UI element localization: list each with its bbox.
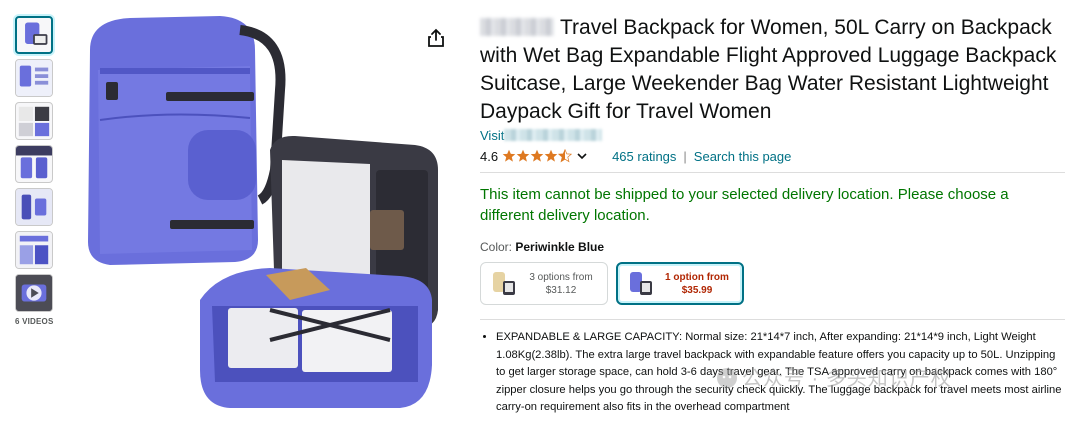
thumbnail-video[interactable] — [15, 274, 53, 312]
color-selector-label: Color: Periwinkle Blue — [480, 240, 1065, 254]
chevron-down-icon[interactable] — [576, 150, 588, 162]
star-icon — [530, 149, 544, 162]
color-label: Color: — [480, 240, 516, 254]
rating-value: 4.6 — [480, 148, 499, 164]
product-title: Travel Backpack for Women, 50L Carry on … — [480, 14, 1065, 126]
search-this-page-link[interactable]: Search this page — [694, 149, 792, 164]
visit-label: Visit — [480, 128, 505, 143]
videos-count-label[interactable]: 6 VIDEOS — [15, 317, 57, 326]
divider — [480, 319, 1065, 320]
option-2-label: 1 option from — [665, 271, 729, 283]
star-rating[interactable] — [502, 149, 573, 163]
watermark: 公众号 · 多头知识产权 — [716, 362, 952, 391]
product-variant-icon — [493, 271, 515, 295]
thumbnail-strip: 6 VIDEOS — [15, 16, 57, 326]
star-icon — [516, 149, 530, 162]
thumbnail-2[interactable] — [15, 59, 53, 97]
half-star-icon — [558, 149, 573, 163]
rating-separator: | — [683, 148, 687, 164]
product-title-text: Travel Backpack for Women, 50L Carry on … — [480, 16, 1057, 123]
main-product-image[interactable] — [70, 10, 470, 415]
store-name-redacted — [504, 129, 603, 141]
thumbnail-1[interactable] — [15, 16, 53, 54]
brand-redacted — [480, 18, 554, 36]
purchase-options: 3 options from $31.12 1 option from $35.… — [480, 262, 1065, 305]
option-2-price: $35.99 — [681, 284, 713, 296]
product-variant-icon — [630, 271, 652, 295]
thumbnail-6[interactable] — [15, 231, 53, 269]
watermark-text: 公众号 · 多头知识产权 — [742, 368, 952, 390]
option-card-1[interactable]: 3 options from $31.12 — [480, 262, 608, 305]
ratings-count-link[interactable]: 465 ratings — [612, 149, 676, 164]
shipping-warning: This item cannot be shipped to your sele… — [480, 186, 1009, 224]
divider — [480, 172, 1065, 173]
star-icon — [544, 149, 558, 162]
option-1-label: 3 options from — [529, 271, 593, 283]
wechat-icon — [717, 368, 737, 388]
visit-store-link[interactable]: Visit — [480, 128, 1065, 144]
thumbnail-4[interactable] — [15, 145, 53, 183]
option-card-2[interactable]: 1 option from $35.99 — [616, 262, 744, 305]
thumbnail-3[interactable] — [15, 102, 53, 140]
product-details: Travel Backpack for Women, 50L Carry on … — [480, 14, 1065, 417]
option-1-price: $31.12 — [545, 284, 577, 296]
star-icon — [502, 149, 516, 162]
share-icon[interactable] — [427, 28, 445, 48]
color-value: Periwinkle Blue — [515, 240, 605, 254]
thumbnail-5[interactable] — [15, 188, 53, 226]
rating-row: 4.6 465 ratings | Search this page — [480, 147, 1065, 165]
